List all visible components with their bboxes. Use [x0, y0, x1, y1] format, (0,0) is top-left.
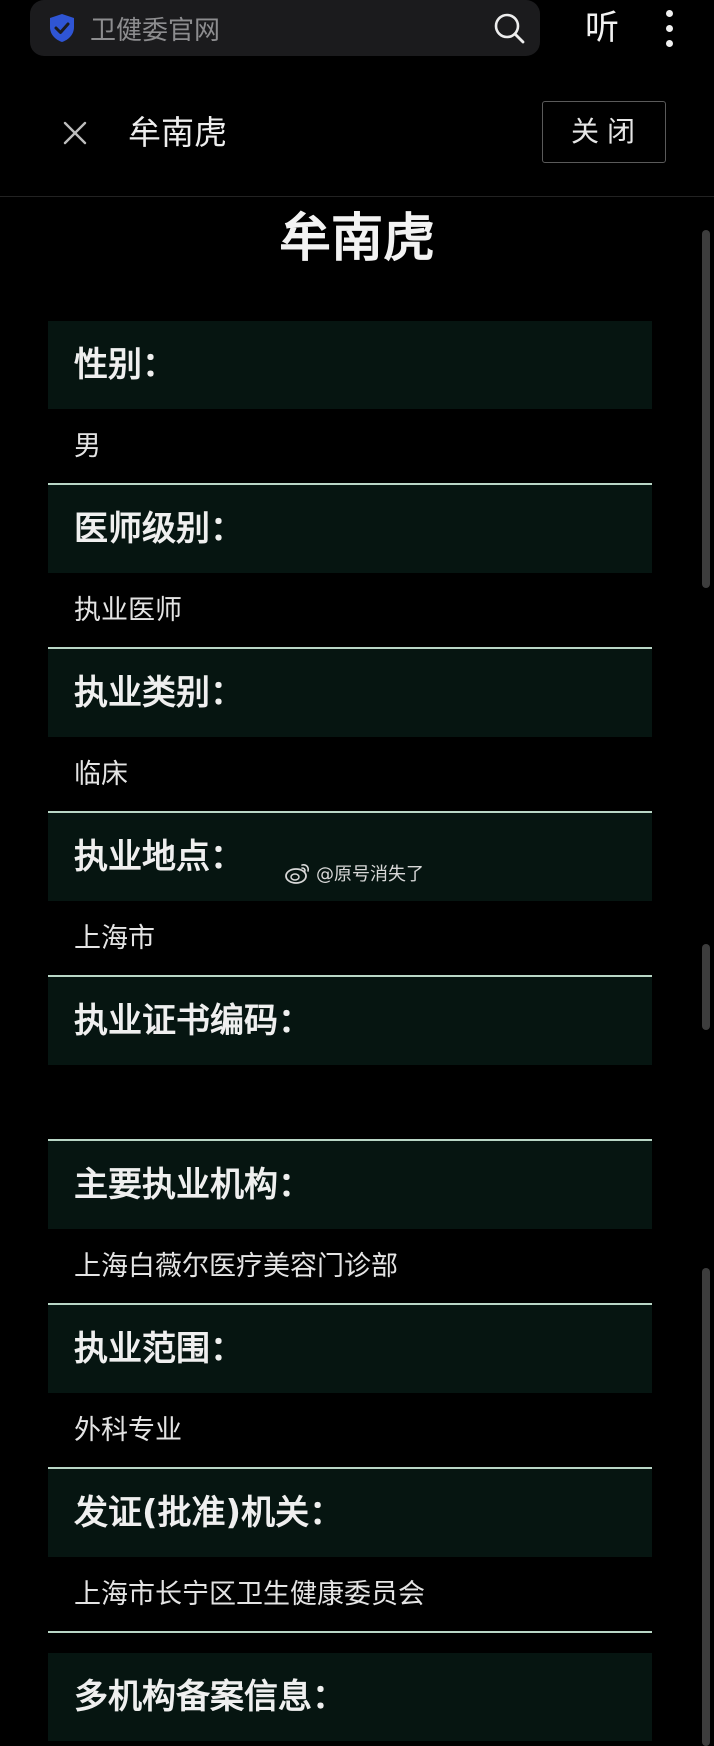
more-vert-icon[interactable] — [655, 8, 685, 50]
close-button[interactable]: 关闭 — [542, 101, 666, 163]
info-row-institution: 主要执业机构： 上海白薇尔医疗美容门诊部 — [48, 1141, 652, 1305]
info-row-multi-institution: 多机构备案信息： — [48, 1653, 652, 1741]
scrollbar-thumb[interactable] — [702, 230, 710, 588]
info-row-gender: 性别： 男 — [48, 321, 652, 485]
row-label: 执业类别： — [48, 649, 652, 737]
info-row-category: 执业类别： 临床 — [48, 649, 652, 813]
info-row-authority: 发证(批准)机关： 上海市长宁区卫生健康委员会 — [48, 1469, 652, 1633]
row-value: 执业医师 — [48, 573, 652, 649]
address-bar[interactable]: 卫健委官网 — [30, 0, 540, 56]
info-row-scope: 执业范围： 外科专业 — [48, 1305, 652, 1469]
row-label: 性别： — [48, 321, 652, 409]
info-row-certificate: 执业证书编码： — [48, 977, 652, 1141]
address-text[interactable]: 卫健委官网 — [90, 10, 492, 47]
shield-icon — [50, 14, 74, 42]
row-label: 主要执业机构： — [48, 1141, 652, 1229]
watermark-text: @原号消失了 — [316, 864, 424, 885]
browser-toolbar: 卫健委官网 听 — [0, 0, 714, 62]
panel-header: 牟南虎 关闭 — [0, 62, 714, 197]
row-label: 执业证书编码： — [48, 977, 652, 1065]
row-label: 多机构备案信息： — [48, 1653, 652, 1741]
info-list: 性别： 男 医师级别： 执业医师 执业类别： 临床 执业地点： 上海市 执业证书… — [48, 321, 652, 1741]
listen-button[interactable]: 听 — [578, 6, 626, 50]
search-icon[interactable] — [492, 11, 526, 45]
weibo-icon — [285, 864, 309, 884]
watermark: @原号消失了 — [284, 858, 424, 888]
page-title: 牟南虎 — [278, 209, 435, 269]
row-value-redacted — [48, 1065, 652, 1141]
info-row-level: 医师级别： 执业医师 — [48, 485, 652, 649]
scrollbar-thumb[interactable] — [702, 1268, 710, 1746]
row-value: 上海市 — [48, 901, 652, 977]
row-label: 医师级别： — [48, 485, 652, 573]
row-value: 上海白薇尔医疗美容门诊部 — [48, 1229, 652, 1305]
row-label: 执业范围： — [48, 1305, 652, 1393]
row-value: 上海市长宁区卫生健康委员会 — [48, 1557, 652, 1633]
info-row-location: 执业地点： 上海市 — [48, 813, 652, 977]
row-value: 外科专业 — [48, 1393, 652, 1469]
close-icon[interactable] — [58, 116, 92, 150]
scrollbar-thumb[interactable] — [702, 944, 710, 1030]
row-value: 临床 — [48, 737, 652, 813]
row-label: 发证(批准)机关： — [48, 1469, 652, 1557]
panel-title: 牟南虎 — [128, 113, 227, 152]
row-value: 男 — [48, 409, 652, 485]
